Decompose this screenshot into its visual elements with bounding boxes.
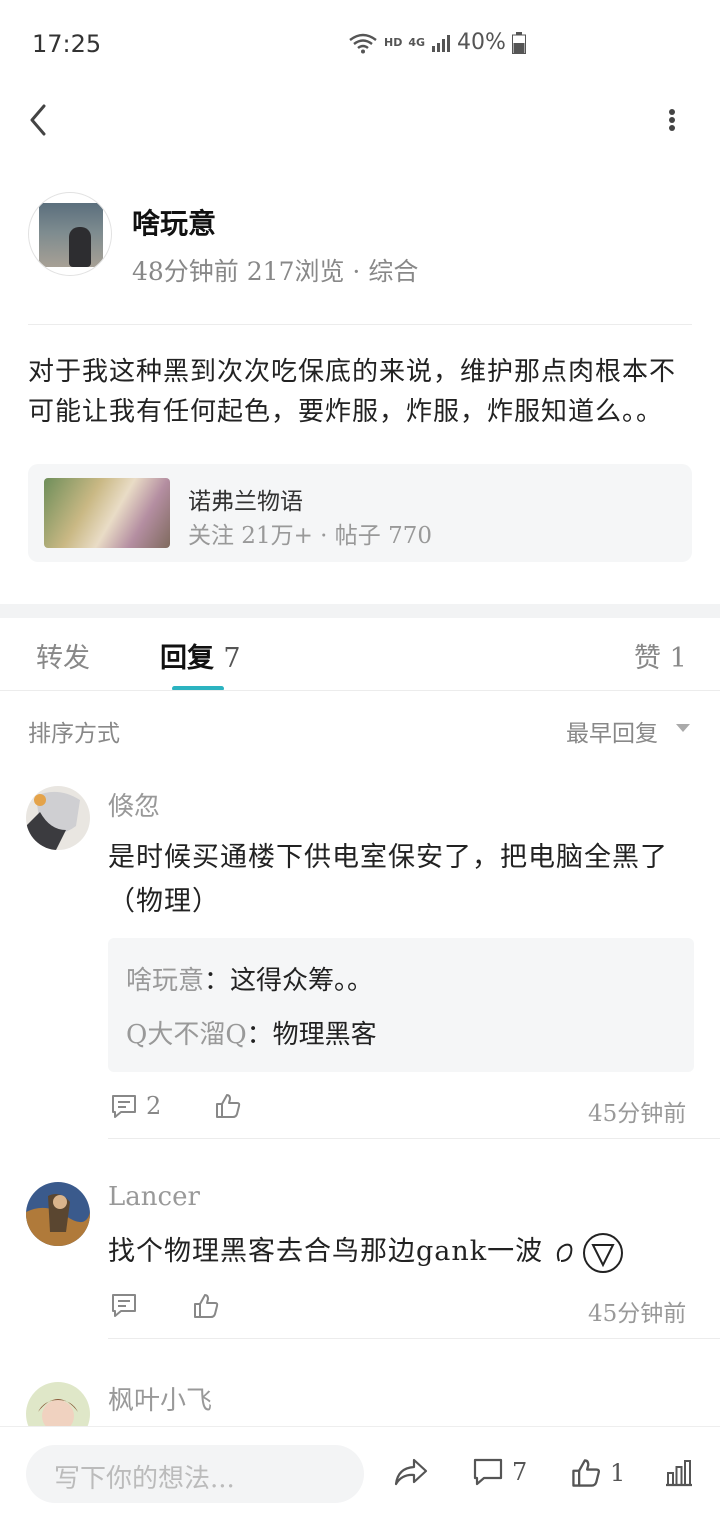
comment-like-button[interactable] bbox=[192, 1292, 220, 1320]
comment-reply-button[interactable]: 2 bbox=[110, 1092, 161, 1120]
share-icon bbox=[394, 1458, 428, 1486]
battery-icon bbox=[511, 31, 526, 54]
divider bbox=[28, 324, 692, 325]
nested-replies[interactable]: 啥玩意：这得众筹。。 Q大不溜Q：物理黑客 bbox=[108, 938, 694, 1072]
wifi-icon bbox=[349, 33, 377, 53]
comment-text: 是时候买通楼下供电室保安了，把电脑全黑了（物理） bbox=[108, 842, 668, 917]
post-body: 对于我这种黑到次次吃保底的来说，维护那点肉根本不可能让我有任何起色，要炸服，炸服… bbox=[28, 357, 677, 427]
like-count: 1 bbox=[610, 1459, 626, 1487]
status-bar: 17:25 HD 4G 40% bbox=[0, 0, 720, 90]
tab-reply-label: 回复 bbox=[160, 643, 214, 674]
comment-input-placeholder: 写下你的想法... bbox=[54, 1464, 235, 1494]
tab-reply-count: 7 bbox=[223, 643, 241, 674]
comment-text-content: 找个物理黑客去合鸟那边gank一波 bbox=[108, 1236, 544, 1267]
forum-name: 诺弗兰物语 bbox=[188, 489, 303, 515]
comment-input[interactable]: 写下你的想法... bbox=[26, 1445, 364, 1503]
status-icons: HD 4G 40% bbox=[348, 30, 526, 55]
thumbs-up-icon bbox=[194, 1294, 219, 1318]
commenter-name[interactable]: Lancer bbox=[108, 1182, 200, 1212]
tab-like[interactable]: 赞 1 bbox=[634, 636, 687, 675]
thumbs-up-icon bbox=[216, 1094, 241, 1118]
author-avatar[interactable] bbox=[28, 192, 112, 276]
author-name[interactable]: 啥玩意 bbox=[132, 202, 216, 242]
commenter-name[interactable]: 倏忽 bbox=[108, 786, 160, 823]
commenter-name[interactable]: 枫叶小飞 bbox=[108, 1380, 212, 1417]
tab-reply[interactable]: 回复 7 bbox=[160, 636, 241, 675]
signal-icon bbox=[432, 34, 451, 52]
comment-count: 7 bbox=[512, 1458, 528, 1486]
forum-thumbnail bbox=[44, 478, 170, 548]
comment-icon bbox=[112, 1095, 136, 1118]
network-4g-indicator: 4G bbox=[408, 35, 426, 49]
nested-reply: 啥玩意：这得众筹。。 bbox=[126, 960, 373, 997]
comment-time: 45分钟前 bbox=[588, 1101, 687, 1127]
tab-share[interactable]: 转发 bbox=[36, 636, 90, 675]
stats-button[interactable] bbox=[664, 1457, 694, 1487]
divider bbox=[108, 1138, 720, 1139]
back-button[interactable] bbox=[24, 102, 56, 138]
thumbs-up-icon bbox=[572, 1459, 600, 1487]
hd-indicator: HD bbox=[384, 36, 403, 49]
comment-icon bbox=[112, 1294, 136, 1317]
bottom-action-bar: 写下你的想法... 7 1 bbox=[0, 1426, 720, 1520]
nested-reply: Q大不溜Q：物理黑客 bbox=[126, 1014, 377, 1051]
sort-dropdown[interactable]: 最早回复 bbox=[566, 714, 658, 748]
post-meta: 48分钟前 217浏览 · 综合 bbox=[132, 257, 419, 286]
caret-down-icon[interactable] bbox=[676, 724, 690, 732]
nested-reply-author: 啥玩意 bbox=[126, 966, 205, 996]
forum-meta: 关注 21万+ · 帖子 770 bbox=[188, 523, 432, 549]
comments-button[interactable]: 7 bbox=[472, 1457, 527, 1487]
divider bbox=[0, 690, 720, 691]
comment-like-button[interactable] bbox=[214, 1092, 242, 1120]
share-button[interactable] bbox=[394, 1457, 428, 1487]
nested-reply-text: ：物理黑客 bbox=[246, 1020, 377, 1050]
status-time: 17:25 bbox=[32, 30, 102, 58]
bar-chart-icon bbox=[666, 1460, 692, 1487]
reply-count: 2 bbox=[146, 1092, 162, 1120]
more-vertical-icon bbox=[669, 109, 675, 131]
battery-percent: 40% bbox=[457, 30, 506, 55]
nested-reply-author: Q大不溜Q bbox=[126, 1020, 247, 1050]
sort-label: 排序方式 bbox=[28, 721, 120, 747]
commenter-avatar[interactable] bbox=[26, 1182, 90, 1246]
comment-time: 45分钟前 bbox=[588, 1301, 687, 1327]
comment-text: 找个物理黑客去合鸟那边gank一波 bbox=[108, 1230, 698, 1275]
comment-icon bbox=[473, 1458, 503, 1486]
chevron-left-icon bbox=[30, 104, 46, 136]
commenter-avatar[interactable] bbox=[26, 786, 90, 850]
forum-card[interactable]: 诺弗兰物语 关注 21万+ · 帖子 770 bbox=[28, 464, 692, 562]
like-button[interactable]: 1 bbox=[570, 1457, 625, 1489]
divider bbox=[108, 1338, 720, 1339]
sticker-emoji-icon bbox=[556, 1232, 623, 1273]
nested-reply-text: ：这得众筹。。 bbox=[204, 966, 374, 996]
section-separator bbox=[0, 604, 720, 618]
comment-reply-button[interactable] bbox=[110, 1292, 138, 1318]
more-options-button[interactable] bbox=[660, 102, 684, 138]
